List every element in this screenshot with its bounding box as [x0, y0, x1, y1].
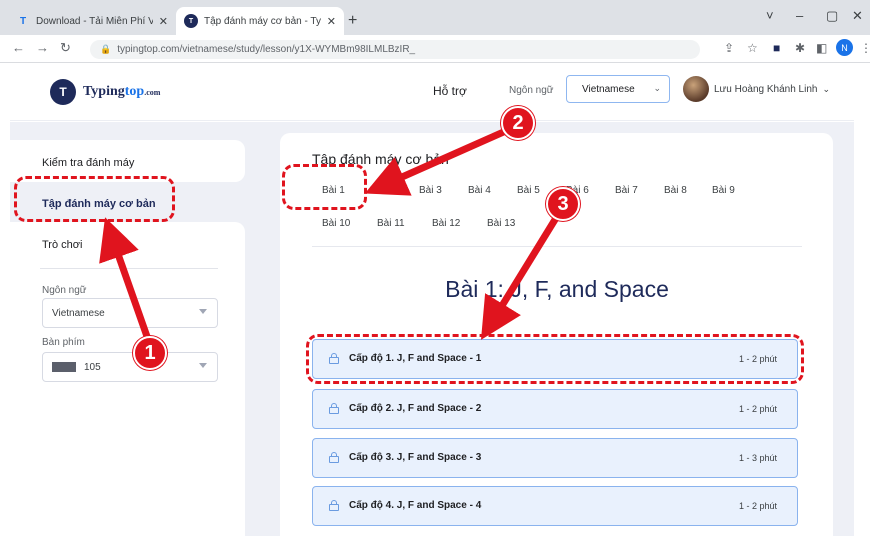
step-badge-2: 2: [501, 106, 535, 140]
annotation-arrows: [99, 126, 559, 347]
arrow-1: [99, 217, 154, 347]
step-badge-1: 1: [133, 336, 167, 370]
step-badge-3: 3: [546, 187, 580, 221]
arrow-2: [364, 126, 510, 196]
arrow-3: [480, 216, 559, 340]
